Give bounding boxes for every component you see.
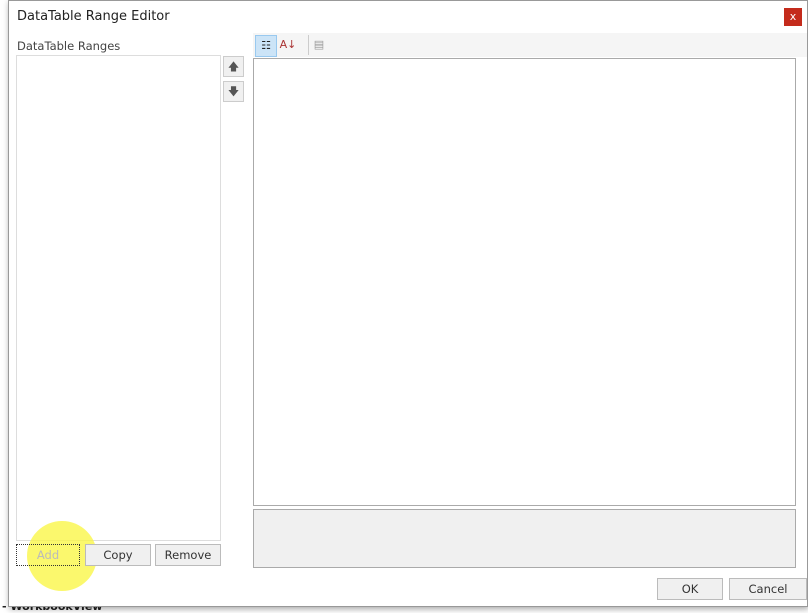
copy-button[interactable]: Copy [85, 544, 151, 566]
ok-button[interactable]: OK [657, 578, 723, 600]
datatable-range-editor-dialog: DataTable Range Editor x DataTable Range… [8, 0, 808, 607]
cancel-button[interactable]: Cancel [729, 578, 807, 600]
property-toolbar: ☷ A↓ ▤ [253, 33, 807, 57]
dialog-title: DataTable Range Editor [17, 9, 170, 24]
property-pages-icon[interactable]: ▤ [308, 35, 329, 55]
ranges-list[interactable] [16, 55, 221, 541]
close-button[interactable]: x [784, 8, 802, 26]
ranges-label: DataTable Ranges [17, 39, 121, 53]
add-button[interactable]: Add [16, 544, 80, 566]
arrow-up-icon: 🡅 [227, 60, 240, 73]
property-grid[interactable] [253, 58, 796, 506]
arrow-down-icon: 🡇 [227, 85, 240, 98]
categorized-icon[interactable]: ☷ [255, 35, 277, 57]
property-description-panel [253, 509, 796, 568]
move-down-button[interactable]: 🡇 [223, 81, 244, 102]
move-up-button[interactable]: 🡅 [223, 56, 244, 77]
remove-button[interactable]: Remove [155, 544, 221, 566]
alphabetical-sort-icon[interactable]: A↓ [278, 35, 298, 55]
